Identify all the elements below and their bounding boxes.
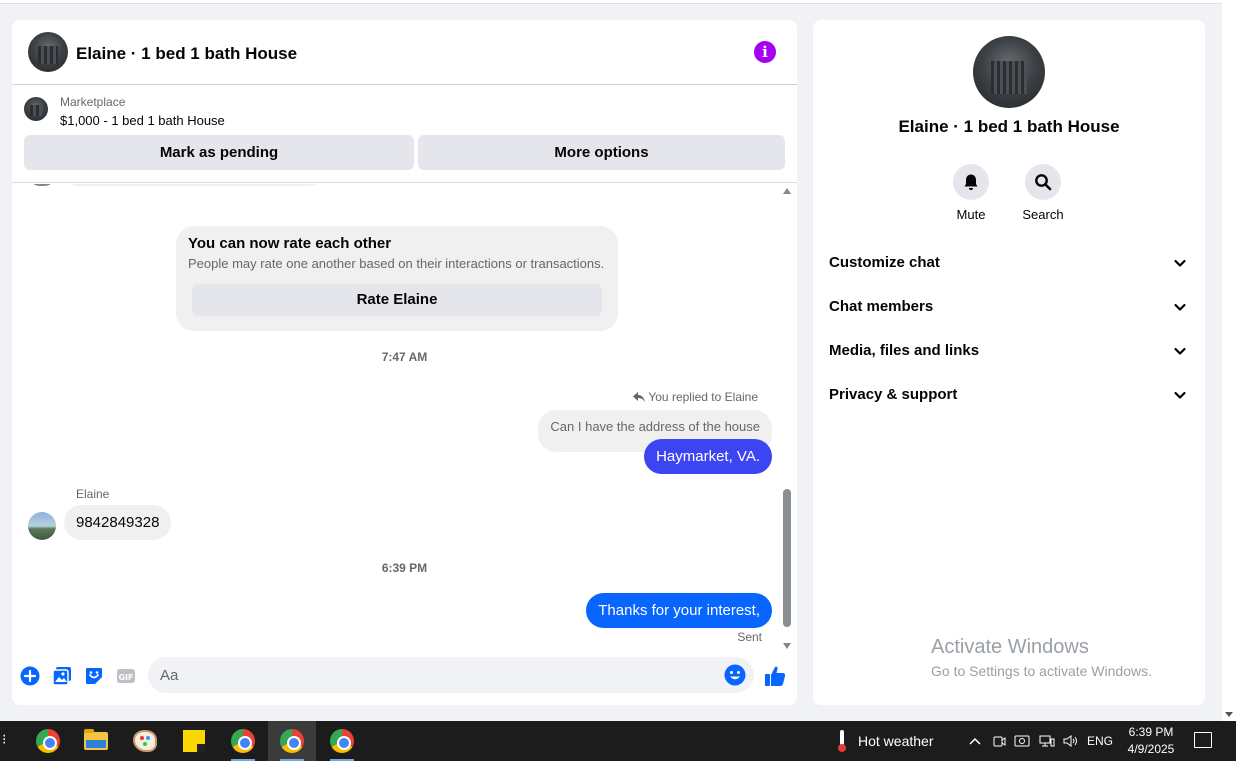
- search-icon[interactable]: [1025, 164, 1061, 200]
- sticker-icon[interactable]: [84, 666, 104, 686]
- section-chat-members[interactable]: Chat members: [821, 286, 1197, 326]
- chrome-taskbar-app[interactable]: [24, 721, 72, 761]
- sender-avatar[interactable]: [28, 512, 56, 540]
- weather-widget[interactable]: Hot weather: [838, 721, 933, 761]
- sticky-notes-taskbar-app[interactable]: [170, 721, 218, 761]
- clock-time: 6:39 PM: [1128, 725, 1174, 739]
- chrome-icon: [280, 729, 304, 753]
- search-label: Search: [1022, 207, 1064, 222]
- windows-taskbar: ⁝ Hot weather ENG 6:39 PM 4/9/2025: [0, 721, 1236, 761]
- mark-as-pending-button[interactable]: Mark as pending: [24, 135, 414, 170]
- paint-taskbar-app[interactable]: [121, 721, 169, 761]
- more-options-button[interactable]: More options: [418, 135, 785, 170]
- scroll-down-arrow-icon[interactable]: [1225, 712, 1233, 717]
- chevron-down-icon: [1174, 303, 1186, 311]
- section-customize-chat[interactable]: Customize chat: [821, 242, 1197, 282]
- screen-capture-icon[interactable]: [1013, 721, 1031, 761]
- plus-icon[interactable]: [20, 666, 40, 686]
- activate-windows-watermark: Activate Windows Go to Settings to activ…: [931, 636, 1152, 679]
- chevron-down-icon: [1174, 259, 1186, 267]
- message-input[interactable]: [148, 657, 754, 693]
- info-title[interactable]: Elaine · 1 bed 1 bath House: [813, 117, 1205, 137]
- rate-subtitle: People may rate one another based on the…: [188, 256, 605, 271]
- thread-scrollbar[interactable]: [781, 184, 793, 649]
- emoji-icon[interactable]: [724, 664, 746, 686]
- svg-text:GIF: GIF: [118, 673, 133, 682]
- chat-avatar[interactable]: [28, 32, 68, 72]
- sent-status: Sent: [737, 630, 762, 644]
- chrome-taskbar-app[interactable]: [219, 721, 267, 761]
- section-label: Privacy & support: [829, 386, 958, 403]
- system-clock[interactable]: 6:39 PM 4/9/2025: [1122, 724, 1180, 758]
- mute-button[interactable]: Mute: [941, 164, 1001, 222]
- message-thread: You can now rate each other People may r…: [12, 184, 797, 649]
- incoming-message[interactable]: 9842849328: [64, 505, 172, 540]
- notification-icon[interactable]: [1194, 732, 1212, 748]
- rate-card: You can now rate each other People may r…: [176, 226, 618, 331]
- meet-now-icon[interactable]: [990, 721, 1008, 761]
- chrome-icon: [330, 729, 354, 753]
- scroll-up-arrow-icon[interactable]: [783, 188, 791, 194]
- section-label: Media, files and links: [829, 342, 980, 359]
- composer: GIF: [12, 655, 797, 705]
- file-explorer-taskbar-app[interactable]: [72, 721, 120, 761]
- chat-panel: Elaine · 1 bed 1 bath House i Marketplac…: [12, 20, 797, 705]
- photo-icon[interactable]: [52, 666, 72, 686]
- avatar: [28, 184, 56, 186]
- watermark-title: Activate Windows: [931, 636, 1089, 658]
- outgoing-message[interactable]: Thanks for your interest,: [586, 593, 772, 628]
- scroll-down-arrow-icon[interactable]: [783, 643, 791, 649]
- reply-icon: [633, 392, 646, 402]
- rate-title: You can now rate each other: [188, 235, 392, 252]
- thumbs-up-icon[interactable]: [763, 664, 787, 688]
- outgoing-message[interactable]: Haymarket, VA.: [644, 439, 772, 474]
- bell-icon[interactable]: [953, 164, 989, 200]
- language-indicator[interactable]: ENG: [1086, 721, 1114, 761]
- info-icon[interactable]: i: [754, 41, 776, 63]
- timestamp: 7:47 AM: [381, 350, 428, 364]
- timestamp: 6:39 PM: [381, 561, 428, 575]
- section-privacy-support[interactable]: Privacy & support: [821, 374, 1197, 414]
- search-button[interactable]: Search: [1013, 164, 1073, 222]
- section-label: Customize chat: [829, 254, 940, 271]
- page-scrollbar[interactable]: [1222, 0, 1236, 721]
- chevron-down-icon: [1174, 347, 1186, 355]
- chrome-icon: [36, 729, 60, 753]
- paint-palette-icon: [133, 730, 157, 752]
- chat-header: Elaine · 1 bed 1 bath House i: [12, 20, 797, 85]
- listing-thumbnail[interactable]: [24, 97, 48, 121]
- folder-icon: [84, 729, 108, 750]
- gif-icon[interactable]: GIF: [116, 666, 136, 686]
- browser-top-strip: [0, 0, 1222, 4]
- mute-label: Mute: [956, 207, 986, 222]
- rate-elaine-button[interactable]: Rate Elaine: [192, 284, 602, 316]
- replied-label: You replied to Elaine: [633, 390, 758, 404]
- chrome-icon: [231, 729, 255, 753]
- scrollbar-thumb[interactable]: [783, 489, 791, 627]
- start-edge[interactable]: ⁝: [2, 731, 6, 751]
- message-bubble: [66, 184, 322, 186]
- clock-date: 4/9/2025: [1127, 742, 1175, 756]
- thermometer-icon: [838, 730, 846, 752]
- sticky-notes-icon: [183, 730, 205, 752]
- watermark-subtitle: Go to Settings to activate Windows.: [931, 663, 1152, 679]
- weather-text: Hot weather: [858, 733, 934, 749]
- profile-avatar[interactable]: [973, 36, 1045, 108]
- marketplace-listing-bar: Marketplace $1,000 - 1 bed 1 bath House …: [12, 85, 797, 183]
- listing-title[interactable]: $1,000 - 1 bed 1 bath House: [60, 113, 225, 128]
- chrome-taskbar-app-active[interactable]: [268, 721, 316, 761]
- chevron-down-icon: [1174, 391, 1186, 399]
- marketplace-label: Marketplace: [60, 95, 126, 109]
- replied-text: You replied to Elaine: [648, 390, 758, 404]
- chat-title[interactable]: Elaine · 1 bed 1 bath House: [76, 44, 297, 64]
- chat-info-panel: Elaine · 1 bed 1 bath House Mute Search …: [813, 20, 1205, 705]
- section-label: Chat members: [829, 298, 934, 315]
- chevron-up-icon[interactable]: [966, 721, 984, 761]
- section-media-files-links[interactable]: Media, files and links: [821, 330, 1197, 370]
- network-icon[interactable]: [1037, 721, 1057, 761]
- chrome-taskbar-app[interactable]: [318, 721, 366, 761]
- volume-icon[interactable]: [1061, 721, 1081, 761]
- sender-name: Elaine: [76, 487, 110, 501]
